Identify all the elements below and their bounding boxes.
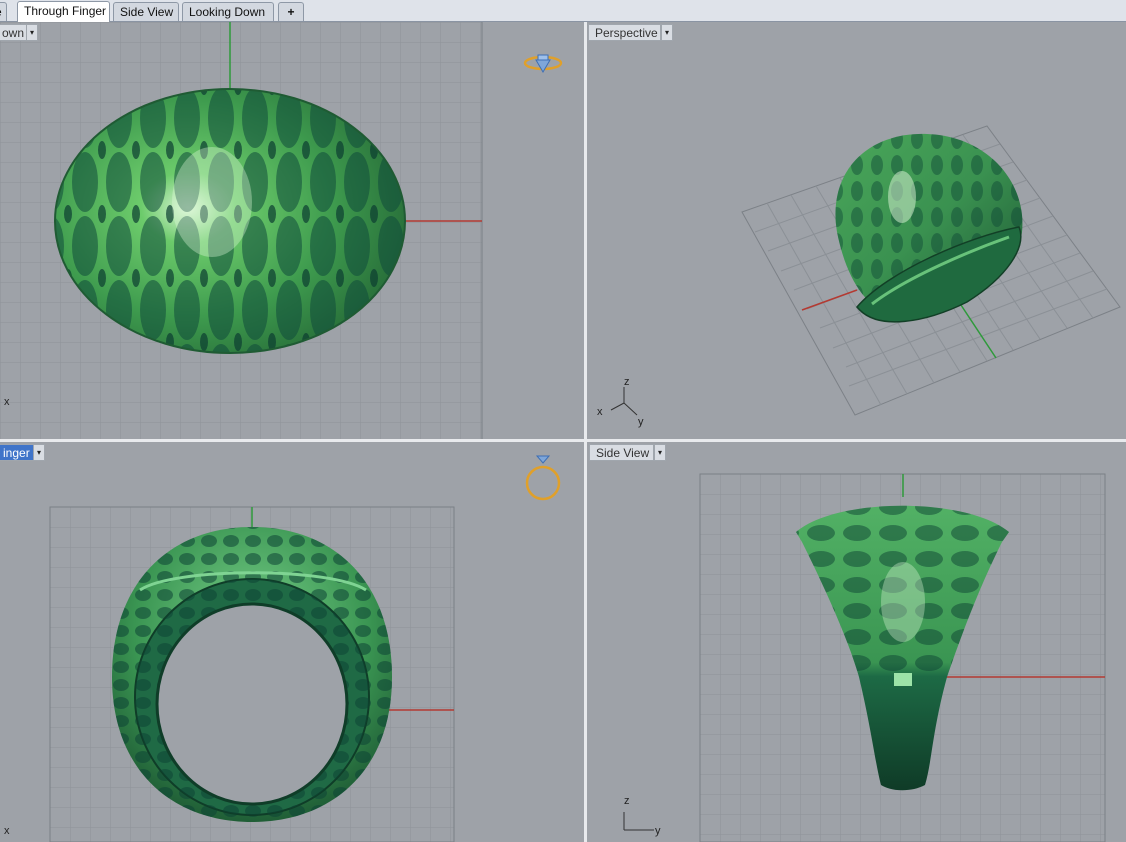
viewport-splitter-vertical[interactable] bbox=[584, 22, 587, 842]
viewport-top-right[interactable]: z x y Perspective ▾ bbox=[587, 22, 1126, 439]
x-axis-label: x bbox=[597, 406, 603, 418]
axis-triad: z y bbox=[623, 795, 661, 837]
ring-model-perspective[interactable] bbox=[835, 133, 1023, 323]
viewport-title-through-finger[interactable]: inger bbox=[0, 444, 34, 461]
y-axis-label: y bbox=[638, 416, 644, 428]
viewport-title-perspective[interactable]: Perspective bbox=[588, 24, 661, 41]
add-tab-button[interactable]: + bbox=[278, 2, 304, 21]
viewport-canvas: x bbox=[4, 455, 561, 842]
z-axis-label: z bbox=[624, 376, 630, 388]
viewport-bottom-left[interactable]: x inger ▾ bbox=[0, 442, 584, 842]
viewport-canvas: z x y bbox=[597, 125, 1121, 428]
viewport-bottom-right[interactable]: z y Side View ▾ bbox=[587, 442, 1126, 842]
viewport-title-looking-down[interactable]: own bbox=[0, 24, 29, 41]
viewport-menu-dropdown[interactable]: ▾ bbox=[33, 444, 45, 461]
viewport-splitter-horizontal[interactable] bbox=[0, 439, 1126, 442]
viewport-menu-dropdown[interactable]: ▾ bbox=[26, 24, 38, 41]
viewport-title-side-view[interactable]: Side View bbox=[589, 444, 654, 461]
tab-looking-down[interactable]: Looking Down bbox=[182, 2, 274, 21]
tab-through-finger[interactable]: Through Finger bbox=[17, 1, 110, 22]
viewport-canvas: x bbox=[0, 22, 563, 439]
x-axis-label: x bbox=[4, 825, 10, 837]
z-axis-label: z bbox=[624, 795, 630, 807]
ring-front-icon[interactable] bbox=[525, 455, 561, 501]
x-axis-line bbox=[801, 289, 858, 311]
tab-perspective-partial[interactable]: e bbox=[0, 2, 7, 21]
y-axis-label: y bbox=[655, 825, 661, 837]
viewport-menu-dropdown[interactable]: ▾ bbox=[654, 444, 666, 461]
ring-model-front[interactable] bbox=[112, 527, 392, 822]
tab-side-view[interactable]: Side View bbox=[113, 2, 179, 21]
axis-triad: z x y bbox=[597, 376, 644, 428]
ring-model-top[interactable] bbox=[54, 88, 406, 354]
viewport-canvas: z y bbox=[623, 473, 1106, 842]
x-axis-label: x bbox=[4, 396, 10, 408]
ring-gem-icon[interactable] bbox=[523, 54, 563, 73]
viewport-tab-bar: e Through Finger Side View Looking Down … bbox=[0, 0, 1126, 22]
viewport-menu-dropdown[interactable]: ▾ bbox=[661, 24, 673, 41]
viewport-top-left[interactable]: x own ▾ bbox=[0, 22, 584, 439]
